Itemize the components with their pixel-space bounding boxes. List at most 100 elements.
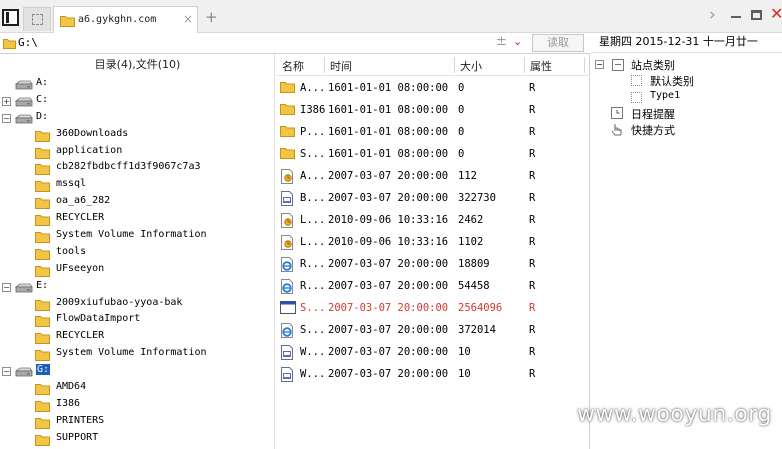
column-header-time[interactable]: 时间 bbox=[330, 58, 352, 74]
file-attr: R bbox=[529, 302, 536, 314]
checkbox-icon[interactable] bbox=[631, 92, 642, 103]
collapse-toggle-icon[interactable]: − bbox=[2, 113, 11, 123]
folder-icon bbox=[35, 231, 50, 246]
file-row[interactable]: R... 2007-03-07 20:00:00 18809 R bbox=[276, 254, 589, 276]
file-size: 2462 bbox=[458, 214, 484, 226]
tree-drive-item[interactable]: + C: bbox=[0, 93, 274, 110]
tree-drive-item[interactable]: − G: bbox=[0, 363, 274, 380]
blank-tab-button[interactable] bbox=[23, 7, 51, 31]
tree-folder-item[interactable]: FlowDataImport bbox=[0, 312, 274, 329]
maximize-button[interactable] bbox=[751, 10, 762, 20]
collapse-toggle-icon[interactable]: − bbox=[2, 367, 11, 377]
tab-close-button[interactable]: × bbox=[183, 12, 193, 26]
bat-file-icon bbox=[280, 191, 295, 209]
tree-drive-item[interactable]: − E: bbox=[0, 279, 274, 296]
path-input[interactable]: G:\ bbox=[18, 36, 38, 49]
column-divider[interactable] bbox=[324, 57, 325, 73]
file-row[interactable]: S... 2007-03-07 20:00:00 372014 R bbox=[276, 320, 589, 342]
file-row[interactable]: A... 1601-01-01 08:00:00 0 R bbox=[276, 78, 589, 100]
column-divider[interactable] bbox=[454, 57, 455, 73]
folder-icon bbox=[3, 39, 16, 49]
file-row[interactable]: L... 2010-09-06 10:33:16 2462 R bbox=[276, 210, 589, 232]
window-close-button[interactable]: ✕ bbox=[770, 4, 782, 23]
file-size: 54458 bbox=[458, 280, 490, 292]
ie-file-icon bbox=[280, 257, 295, 275]
folder-icon bbox=[35, 400, 50, 415]
file-row[interactable]: I386 1601-01-01 08:00:00 0 R bbox=[276, 100, 589, 122]
file-name: S... bbox=[300, 302, 326, 314]
file-time: 1601-01-01 08:00:00 bbox=[328, 126, 449, 138]
file-row[interactable]: S... 1601-01-01 08:00:00 0 R bbox=[276, 144, 589, 166]
tree-folder-item[interactable]: oa_a6_282 bbox=[0, 194, 274, 211]
file-row[interactable]: R... 2007-03-07 20:00:00 54458 R bbox=[276, 276, 589, 298]
sidebar-toggle-button[interactable] bbox=[2, 9, 19, 26]
minimize-button[interactable] bbox=[731, 16, 741, 18]
tree-drive-item[interactable]: − D: bbox=[0, 110, 274, 127]
tree-folder-item[interactable]: UFseeyon bbox=[0, 262, 274, 279]
chevron-down-icon[interactable]: ⌄ bbox=[513, 35, 522, 48]
column-divider[interactable] bbox=[524, 57, 525, 73]
checkbox-icon[interactable] bbox=[631, 75, 642, 86]
collapse-toggle-icon[interactable]: − bbox=[2, 282, 11, 292]
file-time: 1601-01-01 08:00:00 bbox=[328, 104, 449, 116]
tree-folder-item[interactable]: application bbox=[0, 144, 274, 161]
tab-active[interactable]: a6.gykghn.com × bbox=[53, 6, 198, 33]
tree-folder-item[interactable]: System Volume Information bbox=[0, 346, 274, 363]
column-divider[interactable] bbox=[584, 57, 585, 73]
file-row[interactable]: B... 2007-03-07 20:00:00 322730 R bbox=[276, 188, 589, 210]
hand-pointer-icon bbox=[611, 124, 622, 136]
file-size: 10 bbox=[458, 368, 471, 380]
column-header-name[interactable]: 名称 bbox=[282, 58, 304, 74]
file-attr: R bbox=[529, 170, 536, 182]
blank-page-icon bbox=[32, 14, 43, 25]
tree-folder-item[interactable]: RECYCLER bbox=[0, 329, 274, 346]
folder-icon bbox=[35, 299, 50, 314]
tree-item-label: AMD64 bbox=[56, 381, 87, 393]
file-name: S... bbox=[300, 324, 326, 336]
column-header-size[interactable]: 大小 bbox=[460, 58, 482, 74]
tree-folder-item[interactable]: cb282fbdbcff1d3f9067c7a3 bbox=[0, 160, 274, 177]
path-adjust-icon[interactable]: ± bbox=[496, 34, 507, 49]
tab-bar: a6.gykghn.com × + › ✕ bbox=[0, 0, 782, 33]
tree-folder-item[interactable]: System Volume Information bbox=[0, 228, 274, 246]
column-header-attr[interactable]: 属性 bbox=[530, 58, 552, 74]
tree-drive-item[interactable]: A: bbox=[0, 76, 274, 93]
file-size: 112 bbox=[458, 170, 477, 182]
file-row[interactable]: S... 2007-03-07 20:00:00 2564096 R bbox=[276, 298, 589, 320]
file-row[interactable]: A... 2007-03-07 20:00:00 112 R bbox=[276, 166, 589, 188]
tree-folder-item[interactable]: tools bbox=[0, 245, 274, 262]
file-attr: R bbox=[529, 214, 536, 226]
file-row[interactable]: P... 1601-01-01 08:00:00 0 R bbox=[276, 122, 589, 144]
autorun-icon bbox=[280, 235, 295, 253]
tree-folder-item[interactable]: PRINTERS bbox=[0, 414, 274, 431]
file-name: A... bbox=[300, 82, 326, 94]
file-row[interactable]: W... 2007-03-07 20:00:00 10 R bbox=[276, 364, 589, 386]
file-row[interactable]: L... 2010-09-06 10:33:16 1102 R bbox=[276, 232, 589, 254]
tree-folder-item[interactable]: 2009xiufubao-yyoa-bak bbox=[0, 296, 274, 314]
tree-folder-item[interactable]: AMD64 bbox=[0, 380, 274, 397]
tree-folder-item[interactable]: 360Downloads bbox=[0, 127, 274, 145]
tree-item-label: application bbox=[56, 144, 123, 156]
folder-tree-pane: 目录(4),文件(10) A: + C: − D: 360Downloads applica… bbox=[0, 54, 275, 449]
file-list-pane: 名称 时间 大小 属性 A... 1601-01-01 08:00:00 0 R I38… bbox=[276, 54, 590, 449]
expand-toggle-icon[interactable]: + bbox=[2, 96, 11, 106]
tree-item-label: C: bbox=[36, 93, 49, 105]
collapse-toggle-icon[interactable]: − bbox=[595, 60, 604, 69]
read-button[interactable]: 读取 bbox=[532, 34, 584, 52]
file-time: 2007-03-07 20:00:00 bbox=[328, 324, 449, 336]
tree-folder-item[interactable]: I386 bbox=[0, 397, 274, 415]
file-name: R... bbox=[300, 258, 326, 270]
tree-item-label: SUPPORT bbox=[56, 431, 99, 443]
new-tab-button[interactable]: + bbox=[205, 8, 218, 26]
file-size: 372014 bbox=[458, 324, 496, 336]
tree-item-label: PRINTERS bbox=[56, 414, 105, 426]
file-list-header: 名称 时间 大小 属性 bbox=[276, 54, 589, 76]
folder-tree: A: + C: − D: 360Downloads application cb282fbdb… bbox=[0, 76, 274, 448]
chevron-right-icon[interactable]: › bbox=[709, 5, 716, 25]
file-attr: R bbox=[529, 82, 536, 94]
tree-folder-item[interactable]: RECYCLER bbox=[0, 211, 274, 228]
tree-folder-item[interactable]: SUPPORT bbox=[0, 431, 274, 448]
folder-icon bbox=[35, 130, 50, 145]
file-row[interactable]: W... 2007-03-07 20:00:00 10 R bbox=[276, 342, 589, 364]
tree-folder-item[interactable]: mssql bbox=[0, 177, 274, 194]
